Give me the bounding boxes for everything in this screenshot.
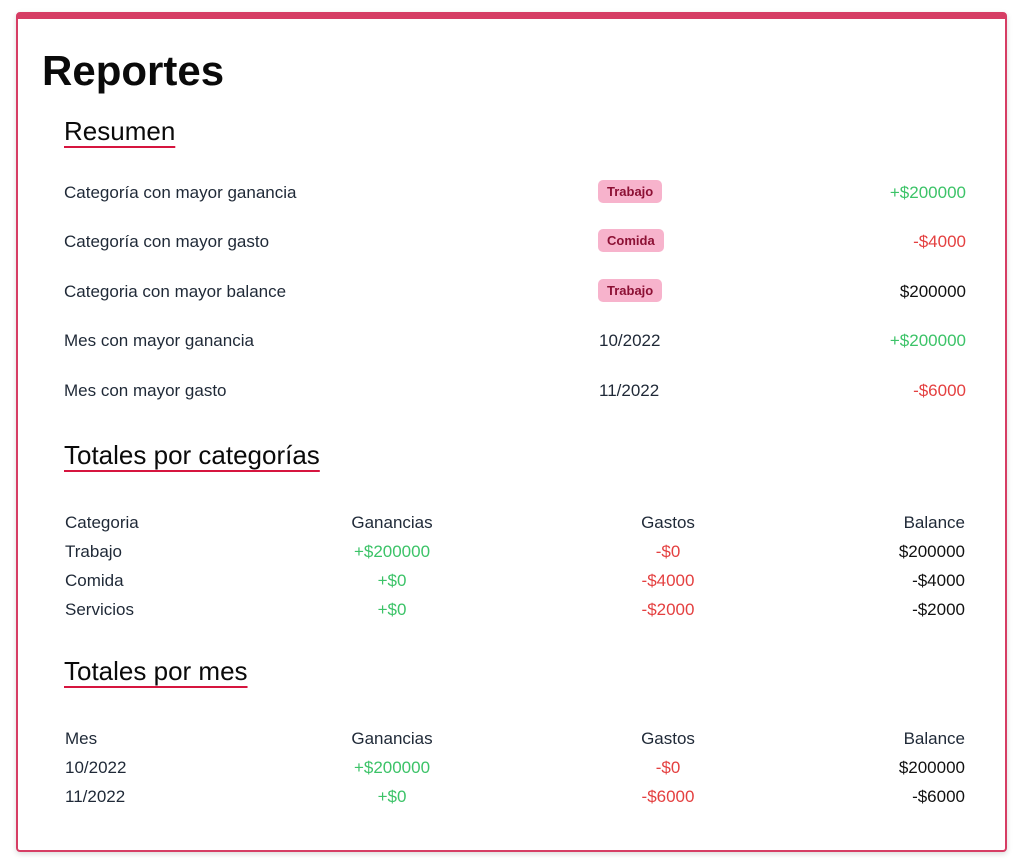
summary-label: Categoría con mayor ganancia (64, 183, 297, 202)
month-cell: 11/2022 (65, 787, 126, 806)
summary-amount: -$6000 (913, 381, 966, 400)
expense-cell: -$6000 (641, 787, 695, 806)
category-cell: Trabajo (65, 542, 123, 561)
column-header: Categoria (65, 513, 139, 532)
summary-amount: -$4000 (913, 232, 966, 251)
category-totals-title: Totales por categorías (64, 440, 320, 470)
balance-cell: -$2000 (912, 600, 965, 619)
summary-amount: +$200000 (889, 331, 966, 350)
income-cell: +$200000 (353, 758, 431, 777)
summary-label: Categoria con mayor balance (64, 282, 287, 301)
expense-cell: -$2000 (641, 600, 695, 619)
summary-title: Resumen (64, 116, 176, 146)
category-totals-table: Categoria Ganancias Gastos Balance Traba… (65, 509, 965, 625)
page-title: Reportes (42, 47, 225, 94)
expense-cell: -$0 (655, 542, 681, 561)
table-row: 11/2022 +$0 -$6000 -$6000 (65, 783, 965, 812)
summary-label: Categoría con mayor gasto (64, 232, 270, 251)
table-row: Trabajo +$200000 -$0 $200000 (65, 538, 965, 567)
income-cell: +$0 (377, 571, 407, 590)
summary-row-top-expense-month: Mes con mayor gasto 11/2022 -$6000 (64, 376, 966, 406)
balance-cell: $200000 (898, 542, 965, 561)
summary-label: Mes con mayor gasto (64, 381, 227, 400)
category-cell: Comida (65, 571, 124, 590)
summary-amount: +$200000 (889, 183, 966, 202)
category-tag[interactable]: Trabajo (598, 279, 663, 302)
column-header: Balance (903, 729, 965, 748)
column-header: Ganancias (351, 729, 433, 748)
summary-row-top-income-category: Categoría con mayor ganancia Trabajo +$2… (64, 178, 966, 208)
reports-card: Reportes Resumen Categoría con mayor gan… (16, 12, 1007, 852)
table-row: 10/2022 +$200000 -$0 $200000 (65, 754, 965, 783)
expense-cell: -$0 (655, 758, 681, 777)
category-tag[interactable]: Trabajo (598, 180, 663, 203)
summary-month: 11/2022 (599, 381, 660, 400)
column-header: Balance (903, 513, 965, 532)
balance-cell: -$6000 (912, 787, 965, 806)
balance-cell: $200000 (898, 758, 965, 777)
column-header: Gastos (641, 513, 695, 532)
summary-row-top-balance-category: Categoria con mayor balance Trabajo $200… (64, 277, 966, 307)
table-row: Comida +$0 -$4000 -$4000 (65, 567, 965, 596)
column-header: Ganancias (351, 513, 433, 532)
summary-month: 10/2022 (599, 331, 661, 350)
month-cell: 10/2022 (65, 758, 127, 777)
summary-row-top-income-month: Mes con mayor ganancia 10/2022 +$200000 (64, 326, 966, 356)
column-header: Gastos (641, 729, 695, 748)
income-cell: +$200000 (353, 542, 431, 561)
balance-cell: -$4000 (912, 571, 965, 590)
table-header-row: Categoria Ganancias Gastos Balance (65, 509, 965, 538)
summary-amount: $200000 (899, 282, 966, 301)
summary-row-top-expense-category: Categoría con mayor gasto Comida -$4000 (64, 227, 966, 257)
category-tag[interactable]: Comida (598, 229, 664, 252)
month-totals-table: Mes Ganancias Gastos Balance 10/2022 +$2… (65, 725, 965, 812)
table-header-row: Mes Ganancias Gastos Balance (65, 725, 965, 754)
expense-cell: -$4000 (641, 571, 695, 590)
income-cell: +$0 (377, 600, 407, 619)
category-cell: Servicios (65, 600, 134, 619)
table-row: Servicios +$0 -$2000 -$2000 (65, 596, 965, 625)
income-cell: +$0 (377, 787, 407, 806)
column-header: Mes (65, 729, 98, 748)
month-totals-title: Totales por mes (64, 656, 248, 686)
summary-label: Mes con mayor ganancia (64, 331, 254, 350)
